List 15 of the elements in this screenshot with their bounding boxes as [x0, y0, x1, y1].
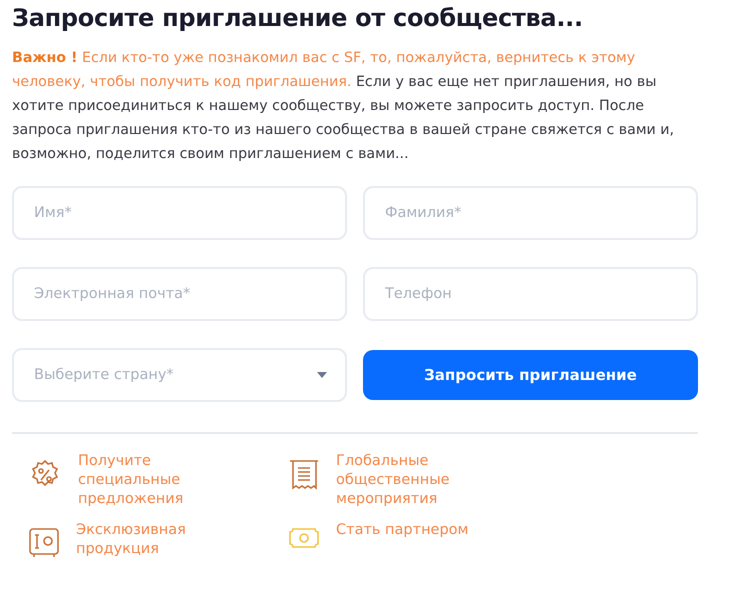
receipt-icon	[288, 458, 320, 492]
feature-text: Эксклюзивная продукция	[76, 521, 187, 559]
input-field[interactable]: Телефон	[363, 267, 698, 321]
notice-paragraph: Важно ! Если кто-то уже познакомил вас с SF, то, пожалуйста, вернитесь к этому человеку, чтобы получить код приглашения. Если у вас еще нет приглашения, но вы хотите присоединиться к нашему сообществу, вы можете запросить доступ. После запроса приглашения кто-то из нашего сообщества в вашей стране свяжется с вами и, возможно, поделится своим приглашением с вами...	[12, 49, 675, 164]
caret-icon	[317, 372, 327, 378]
request-invite-button[interactable]: Запросить приглашение	[363, 350, 698, 400]
feature-text: Получите специальные предложения	[78, 452, 184, 509]
input-field[interactable]: Имя*	[12, 186, 347, 240]
page-title: Запросите приглашение от сообщества...	[12, 4, 584, 32]
feature-text: Стать партнером	[336, 521, 470, 540]
safe-icon	[28, 527, 60, 559]
banknote-icon	[288, 527, 320, 549]
feature-text: Глобальные общественные мероприятия	[336, 452, 451, 509]
input-field[interactable]: Электронная почта*	[12, 267, 347, 321]
input-field[interactable]: Фамилия*	[363, 186, 698, 240]
